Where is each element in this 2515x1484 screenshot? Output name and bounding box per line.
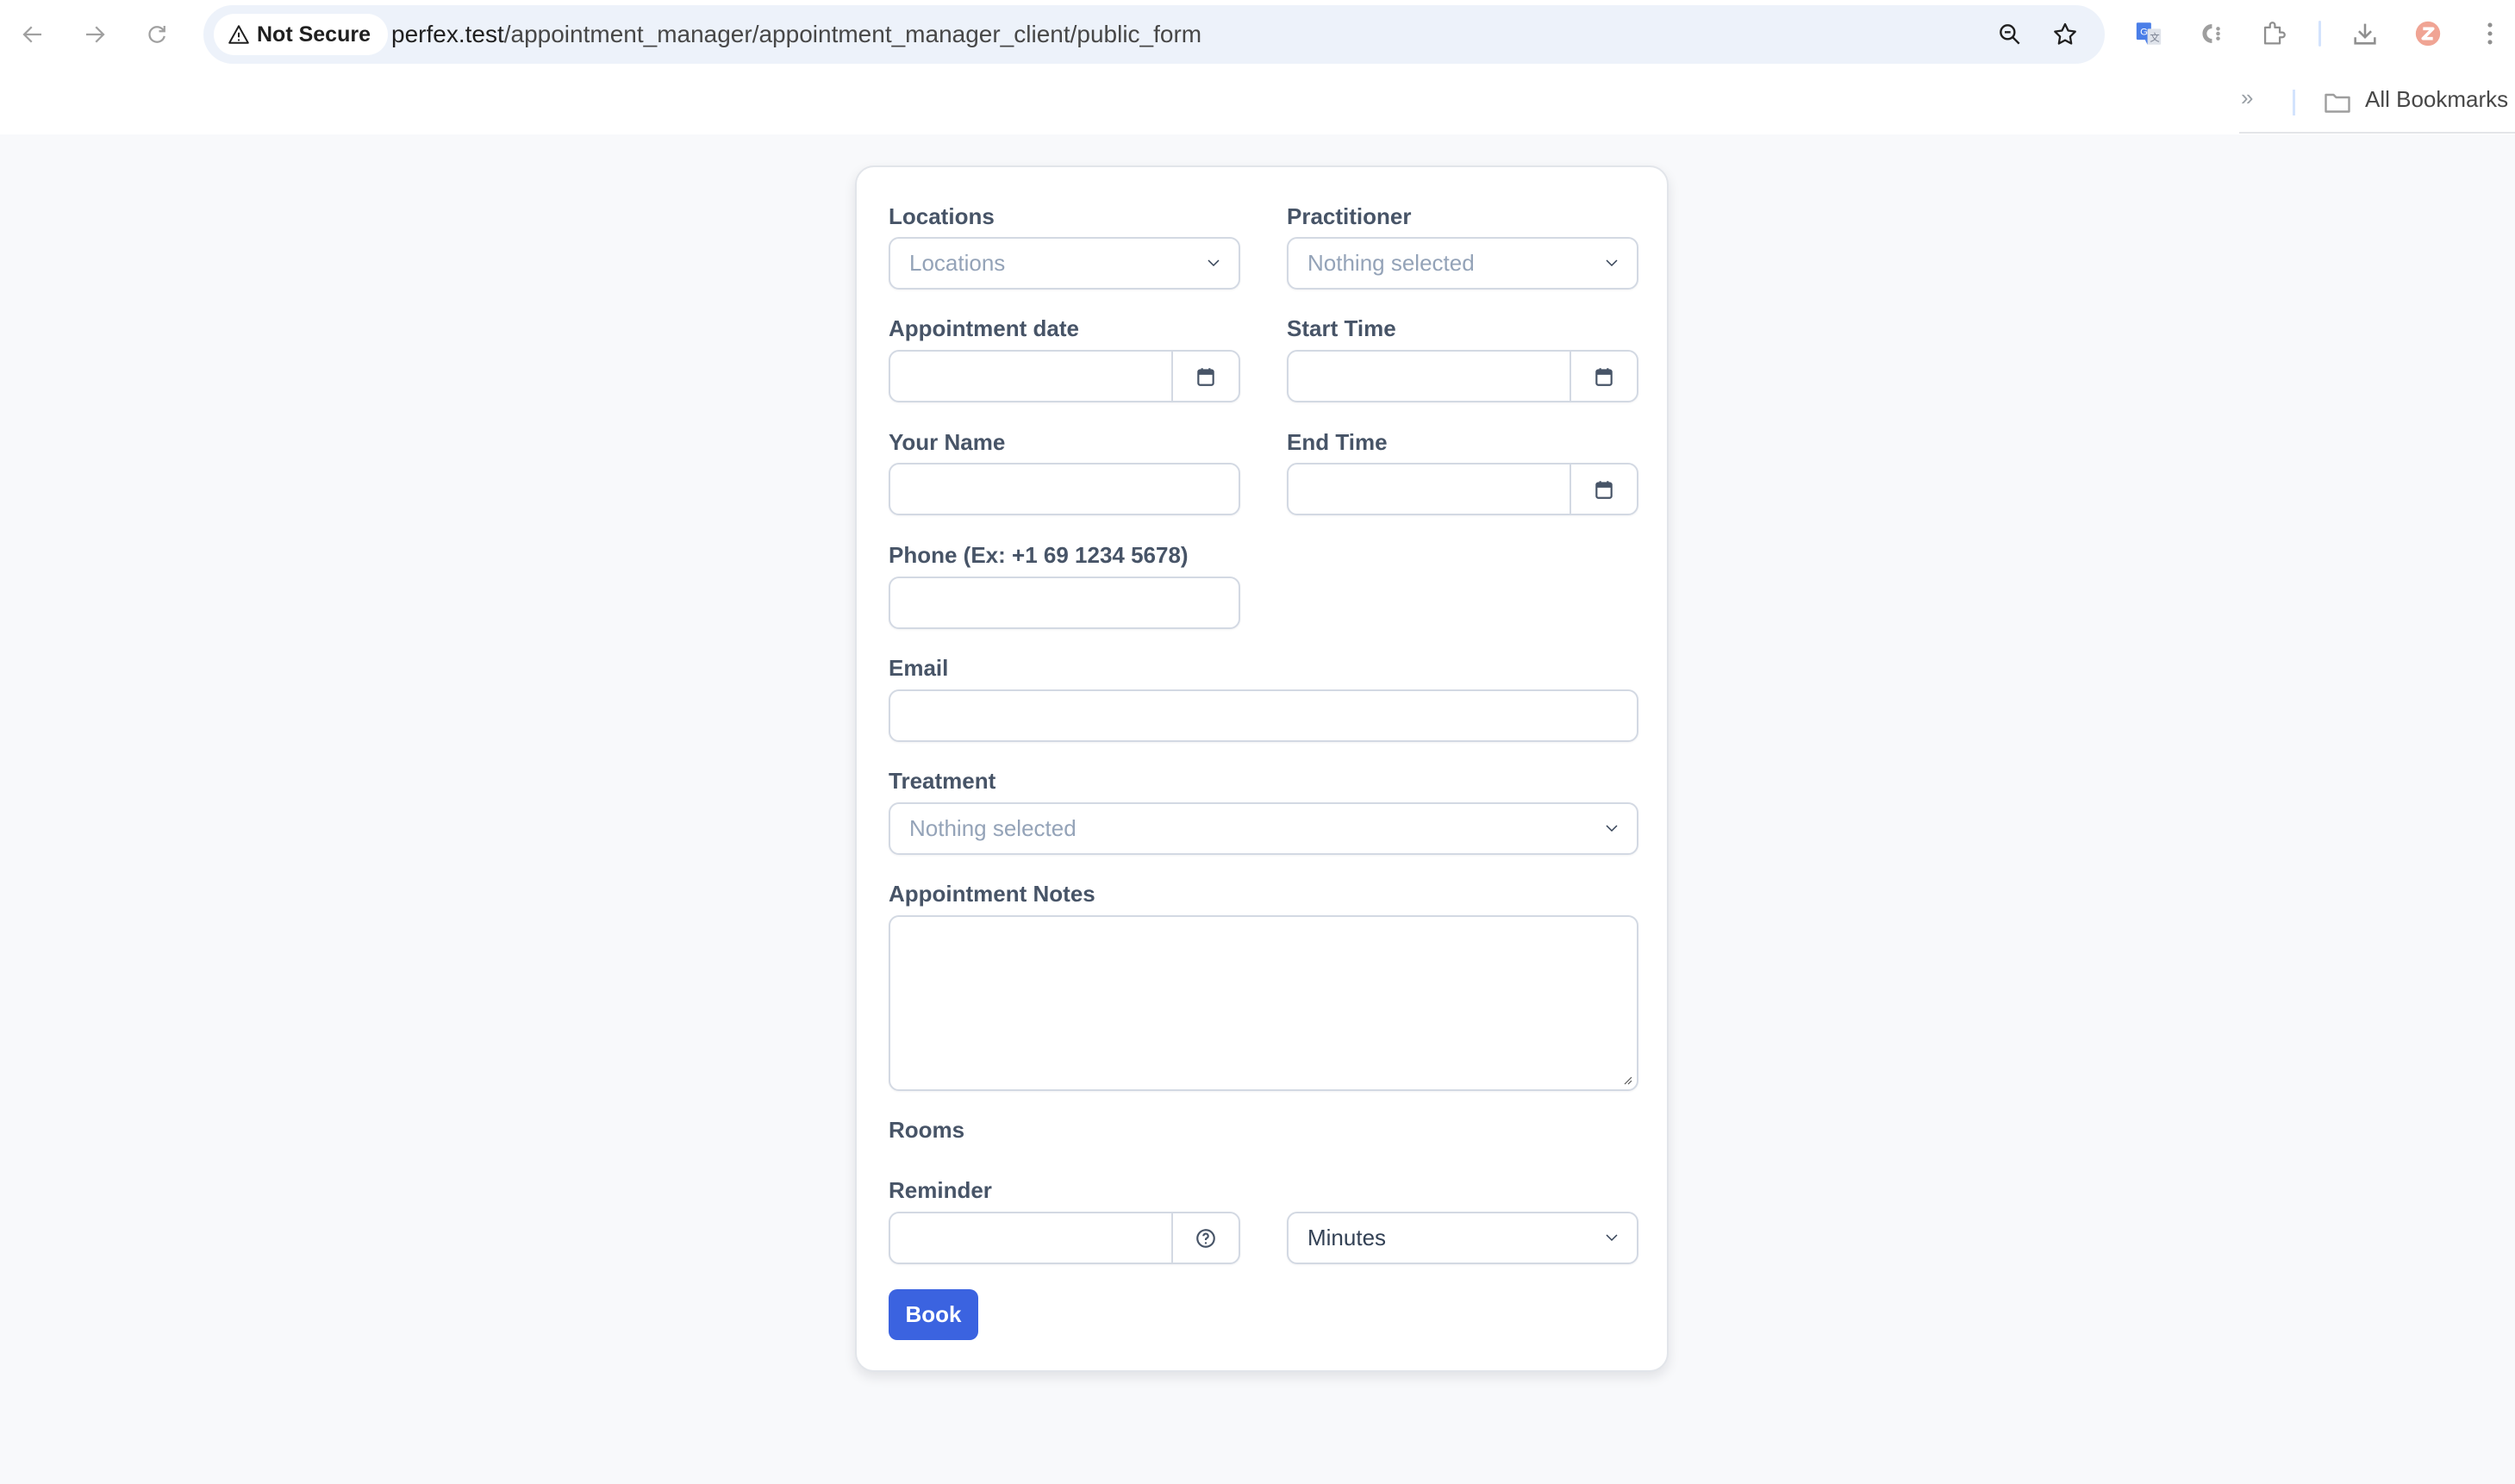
your-name-input[interactable] — [890, 465, 1239, 514]
start-time-input[interactable] — [1289, 352, 1570, 401]
treatment-label: Treatment — [889, 768, 996, 794]
chevron-down-icon — [1606, 1234, 1618, 1242]
url-text[interactable]: perfex.test/appointment_manager/appointm… — [391, 5, 1201, 64]
chevron-down-icon — [1208, 259, 1220, 267]
appointment-date-calendar-button[interactable] — [1171, 352, 1239, 401]
calendar-icon — [1595, 480, 1613, 499]
bookmarks-bar — [0, 67, 2515, 134]
reload-button[interactable] — [140, 17, 174, 52]
appointment-notes-label: Appointment Notes — [889, 881, 1095, 907]
security-chip[interactable]: Not Secure — [214, 14, 388, 55]
email-input[interactable] — [890, 691, 1637, 740]
end-time-calendar-button[interactable] — [1570, 465, 1637, 514]
practitioner-label: Practitioner — [1287, 203, 1412, 229]
download-icon — [2354, 23, 2376, 45]
calendar-icon — [1197, 367, 1214, 386]
help-circle-icon — [1196, 1228, 1215, 1248]
browser-menu-button[interactable] — [2472, 16, 2508, 52]
chevron-down-icon — [1606, 825, 1618, 832]
folder-icon — [2325, 93, 2350, 113]
end-time-input[interactable] — [1289, 465, 1570, 514]
reload-icon — [148, 26, 165, 43]
appointment-date-label: Appointment date — [889, 315, 1079, 341]
svg-text:G: G — [2140, 27, 2148, 37]
reminder-unit-select[interactable]: Minutes — [1287, 1212, 1638, 1264]
address-bar[interactable]: Not Secure perfex.test/appointment_manag… — [203, 5, 2105, 64]
star-icon — [2054, 22, 2076, 45]
locations-select[interactable]: Locations — [889, 237, 1240, 290]
end-time-label: End Time — [1287, 429, 1388, 455]
your-name-label: Your Name — [889, 429, 1006, 455]
your-name-field — [889, 463, 1240, 515]
reminder-label: Reminder — [889, 1177, 992, 1203]
email-field — [889, 689, 1638, 742]
puzzle-icon — [2263, 22, 2286, 45]
translate-extension[interactable]: G文 — [2131, 16, 2167, 52]
reminder-unit-value: Minutes — [1307, 1225, 1387, 1250]
practitioner-select[interactable]: Nothing selected — [1287, 237, 1638, 290]
back-button[interactable] — [16, 17, 50, 52]
appointment-notes-textarea[interactable] — [890, 917, 1637, 1089]
downloads-button[interactable] — [2347, 16, 2383, 52]
appointment-form: Locations Locations Practitioner Nothing… — [855, 165, 1669, 1372]
reminder-help-button[interactable] — [1171, 1213, 1239, 1263]
bookmarks-separator — [2293, 90, 2295, 115]
arrow-left-icon — [22, 26, 41, 43]
bookmark-star-button[interactable] — [2048, 17, 2082, 52]
appointment-date-input[interactable] — [890, 352, 1171, 401]
zoom-out-icon — [2000, 24, 2020, 45]
svg-text:文: 文 — [2150, 32, 2159, 44]
profile-avatar[interactable] — [2410, 16, 2446, 52]
extension-c[interactable] — [2193, 16, 2229, 52]
url-path: /appointment_manager/appointment_manager… — [503, 21, 1202, 47]
practitioner-select-value: Nothing selected — [1307, 250, 1475, 276]
treatment-select-value: Nothing selected — [909, 815, 1077, 841]
profile-z-icon — [2415, 21, 2441, 47]
book-button[interactable]: Book — [889, 1289, 978, 1340]
phone-input[interactable] — [890, 578, 1239, 627]
appointment-notes-field — [889, 915, 1638, 1091]
warning-icon — [228, 25, 249, 44]
c-extension-icon — [2202, 24, 2220, 43]
arrow-right-icon — [86, 26, 105, 43]
toolbar-separator — [2318, 21, 2321, 47]
kebab-menu-icon — [2487, 22, 2493, 45]
appointment-date-field — [889, 350, 1240, 402]
all-bookmarks-link[interactable]: All Bookmarks — [2365, 86, 2508, 113]
rooms-label: Rooms — [889, 1117, 965, 1143]
end-time-field — [1287, 463, 1638, 515]
email-label: Email — [889, 655, 949, 681]
bookmarks-divider — [2239, 132, 2515, 134]
start-time-field — [1287, 350, 1638, 402]
url-host: perfex.test — [391, 21, 504, 47]
resize-grip-icon[interactable] — [1621, 1074, 1633, 1086]
security-label: Not Secure — [257, 22, 371, 47]
start-time-calendar-button[interactable] — [1570, 352, 1637, 401]
phone-label: Phone (Ex: +1 69 1234 5678) — [889, 542, 1189, 568]
phone-field — [889, 577, 1240, 629]
reminder-input[interactable] — [890, 1213, 1171, 1263]
google-translate-icon: G文 — [2136, 22, 2162, 45]
locations-select-value: Locations — [909, 250, 1006, 276]
chevron-down-icon — [1606, 259, 1618, 267]
bookmarks-overflow-button[interactable]: » — [2241, 84, 2253, 111]
extensions-button[interactable] — [2256, 16, 2292, 52]
calendar-icon — [1595, 367, 1613, 386]
start-time-label: Start Time — [1287, 315, 1396, 341]
forward-button[interactable] — [78, 17, 112, 52]
browser-toolbar: Not Secure perfex.test/appointment_manag… — [0, 0, 2515, 67]
zoom-button[interactable] — [1993, 17, 2027, 52]
reminder-field — [889, 1212, 1240, 1264]
locations-label: Locations — [889, 203, 995, 229]
treatment-select[interactable]: Nothing selected — [889, 802, 1638, 855]
